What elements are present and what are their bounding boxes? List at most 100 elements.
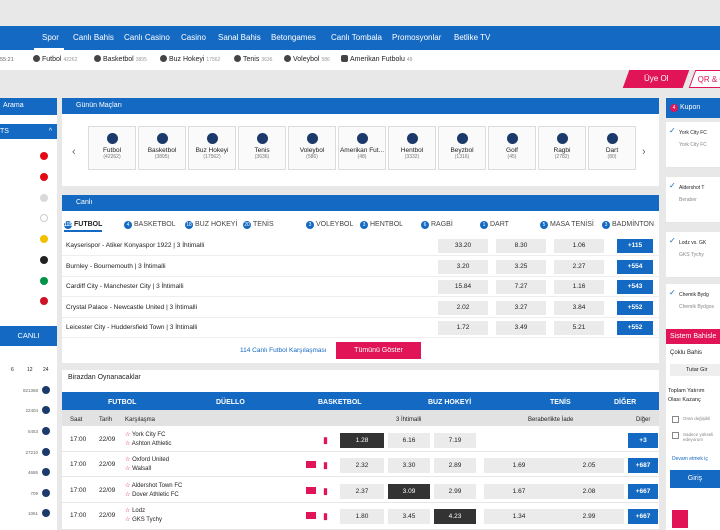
odd-1[interactable]: 2.37 [340, 484, 384, 499]
match-name[interactable]: Crystal Palace - Newcastle United | 3 İh… [66, 298, 197, 318]
tile-basketbol[interactable]: Basketbol (3895) [138, 126, 186, 170]
live-tab-ragbi[interactable]: 6 RAGBİ [421, 218, 453, 232]
soccer-ball-icon[interactable] [40, 194, 48, 202]
stats-icon[interactable]: ▮ [323, 486, 328, 497]
kupon-header[interactable]: 4 Kupon [666, 98, 720, 118]
odd-2[interactable]: 1.06 [554, 239, 604, 253]
tile-beyzbol[interactable]: Beyzbol (1316) [438, 126, 486, 170]
nav-betlike-tv[interactable]: Betlike TV [454, 26, 490, 50]
live-tv-icon[interactable] [306, 461, 316, 468]
flag-turkey-icon[interactable] [40, 173, 48, 181]
nav-canli-casino[interactable]: Canlı Casino [124, 26, 170, 50]
odd-x[interactable]: 3.27 [496, 301, 546, 315]
up-tab-buz-hokeyi[interactable]: BUZ HOKEYİ [428, 396, 471, 410]
soccer-icon[interactable] [42, 386, 50, 394]
prev-arrow-icon[interactable]: ‹ [72, 146, 76, 158]
odd-2[interactable]: 3.84 [554, 301, 604, 315]
stats-icon[interactable]: ▮ [323, 435, 328, 446]
odd-1[interactable]: 1.28 [340, 433, 384, 448]
flag-england-icon[interactable] [40, 214, 48, 222]
more-bets-button[interactable]: +3 [628, 433, 658, 448]
odd-1[interactable]: 1.80 [340, 509, 384, 524]
stats-icon[interactable]: ▮ [323, 511, 328, 522]
up-tab-basketbol[interactable]: BASKETBOL [318, 396, 362, 410]
upcoming-row[interactable]: 17:00 22/09 ☆ Lodz ☆ GKS Tychy ▮ 1.80 3.45… [62, 504, 659, 530]
draw-odd-1[interactable]: 1.34 [484, 509, 554, 524]
up-tab-tenis[interactable]: TENİS [550, 396, 571, 410]
tennis-icon[interactable] [42, 448, 50, 456]
odd-2[interactable]: 1.16 [554, 280, 604, 294]
live-match-row[interactable]: Leicester City - Huddersfield Town | 3 İ… [62, 318, 659, 338]
odd-1[interactable]: 33.20 [438, 239, 488, 253]
football-icon[interactable] [42, 489, 50, 497]
odd-x[interactable]: 6.16 [388, 433, 430, 448]
live-match-row[interactable]: Crystal Palace - Newcastle United | 3 İh… [62, 298, 659, 318]
draw-odd-2[interactable]: 2.99 [554, 509, 624, 524]
match-name[interactable]: Leicester City - Huddersfield Town | 3 İ… [66, 318, 197, 338]
kupon-item[interactable]: ✓ Lodz vs. GK GKS Tychy [666, 232, 720, 278]
odd-2[interactable]: 7.19 [434, 433, 476, 448]
odd-x[interactable]: 3.25 [496, 260, 546, 274]
live-tab-badminton[interactable]: 3 BADMİNTON [602, 218, 654, 232]
live-tab-buz-hokeyi[interactable]: 18 BUZ HOKEYİ [185, 218, 237, 232]
more-bets-button[interactable]: +115 [617, 239, 653, 253]
tile-hentbol[interactable]: Hentbol (3332) [388, 126, 436, 170]
up-tab-futbol[interactable]: FUTBOL [108, 396, 136, 410]
odds-change-checkbox[interactable] [672, 416, 679, 423]
nav-promosyonlar[interactable]: Promosyonlar [392, 26, 441, 50]
hockey-icon[interactable] [42, 427, 50, 435]
filter-24h[interactable]: 24 [43, 367, 49, 373]
odd-2[interactable]: 2.89 [434, 458, 476, 473]
upcoming-row[interactable]: 17:00 22/09 ☆ Aldershot Town FC ☆ Dover At… [62, 479, 659, 503]
nav-canli-tombala[interactable]: Canlı Tombala [331, 26, 382, 50]
stake-input[interactable]: Tutar Gir [670, 364, 720, 376]
strip-amerikan-futbolu[interactable]: Amerikan Futbolu 48 [341, 50, 412, 70]
kupon-item[interactable]: ✓ York City FC York City FC [666, 122, 720, 168]
live-match-row[interactable]: Kayserispor - Atiker Konyaspor 1922 | 3 … [62, 236, 659, 256]
more-bets-button[interactable]: +687 [628, 458, 658, 473]
nav-betongames[interactable]: Betongames [271, 26, 316, 50]
odd-1[interactable]: 1.72 [438, 321, 488, 335]
handball-icon[interactable] [42, 509, 50, 517]
live-header[interactable]: CANLI [0, 326, 57, 346]
live-tab-masa-tenisi[interactable]: 5 MASA TENİSİ [540, 218, 594, 232]
odd-x[interactable]: 8.30 [496, 239, 546, 253]
odd-1[interactable]: 2.32 [340, 458, 384, 473]
leagues-header[interactable]: TS ^ [0, 124, 57, 139]
upcoming-row[interactable]: 17:00 22/09 ☆ York City FC ☆ Ashton Athlet… [62, 428, 659, 452]
live-match-row[interactable]: Cardiff City - Manchester City | 3 İhtim… [62, 277, 659, 297]
only-increase-checkbox[interactable] [672, 432, 679, 439]
odd-x[interactable]: 3.45 [388, 509, 430, 524]
tile-amerikan-futbolu[interactable]: Amerikan Fut... (48) [338, 126, 386, 170]
odd-1[interactable]: 15.84 [438, 280, 488, 294]
draw-odd-1[interactable]: 1.69 [484, 458, 554, 473]
more-bets-button[interactable]: +552 [617, 321, 653, 335]
tile-dart[interactable]: Dart (80) [588, 126, 636, 170]
flag-turkey-icon[interactable] [40, 152, 48, 160]
draw-odd-2[interactable]: 2.08 [554, 484, 624, 499]
odd-2[interactable]: 5.21 [554, 321, 604, 335]
draw-odd-2[interactable]: 2.05 [554, 458, 624, 473]
live-tab-futbol[interactable]: 115 FUTBOL [64, 218, 103, 232]
match-name[interactable]: Burnley - Bournemouth | 3 İhtimalli [66, 257, 166, 277]
volleyball-icon[interactable] [42, 468, 50, 476]
live-tab-tenis[interactable]: 20 TENİS [243, 218, 274, 232]
odd-x[interactable]: 3.09 [388, 484, 430, 499]
strip-buz-hokeyi[interactable]: Buz Hokeyi 17562 [160, 50, 220, 70]
qr-button[interactable]: QR & G [688, 70, 720, 88]
live-tab-voleybol[interactable]: 3 VOLEYBOL [306, 218, 353, 232]
filter-6h[interactable]: 6 [11, 367, 14, 373]
live-tv-icon[interactable] [306, 512, 316, 519]
strip-voleybol[interactable]: Voleybol 586 [284, 50, 330, 70]
nav-sanal-bahis[interactable]: Sanal Bahis [218, 26, 261, 50]
stats-icon[interactable]: ▮ [323, 460, 328, 471]
tile-tenis[interactable]: Tenis (3636) [238, 126, 286, 170]
odd-x[interactable]: 3.30 [388, 458, 430, 473]
show-all-button[interactable]: Tümünü Göster [336, 342, 421, 359]
trash-icon[interactable] [672, 510, 688, 528]
upcoming-row[interactable]: 17:00 22/09 ☆ Oxford United ☆ Walsall ▮ 2.… [62, 453, 659, 477]
match-name[interactable]: Kayserispor - Atiker Konyaspor 1922 | 3 … [66, 236, 204, 256]
flag-france-icon[interactable] [40, 297, 48, 305]
odd-2[interactable]: 2.99 [434, 484, 476, 499]
strip-basketbol[interactable]: Basketbol 3895 [94, 50, 147, 70]
